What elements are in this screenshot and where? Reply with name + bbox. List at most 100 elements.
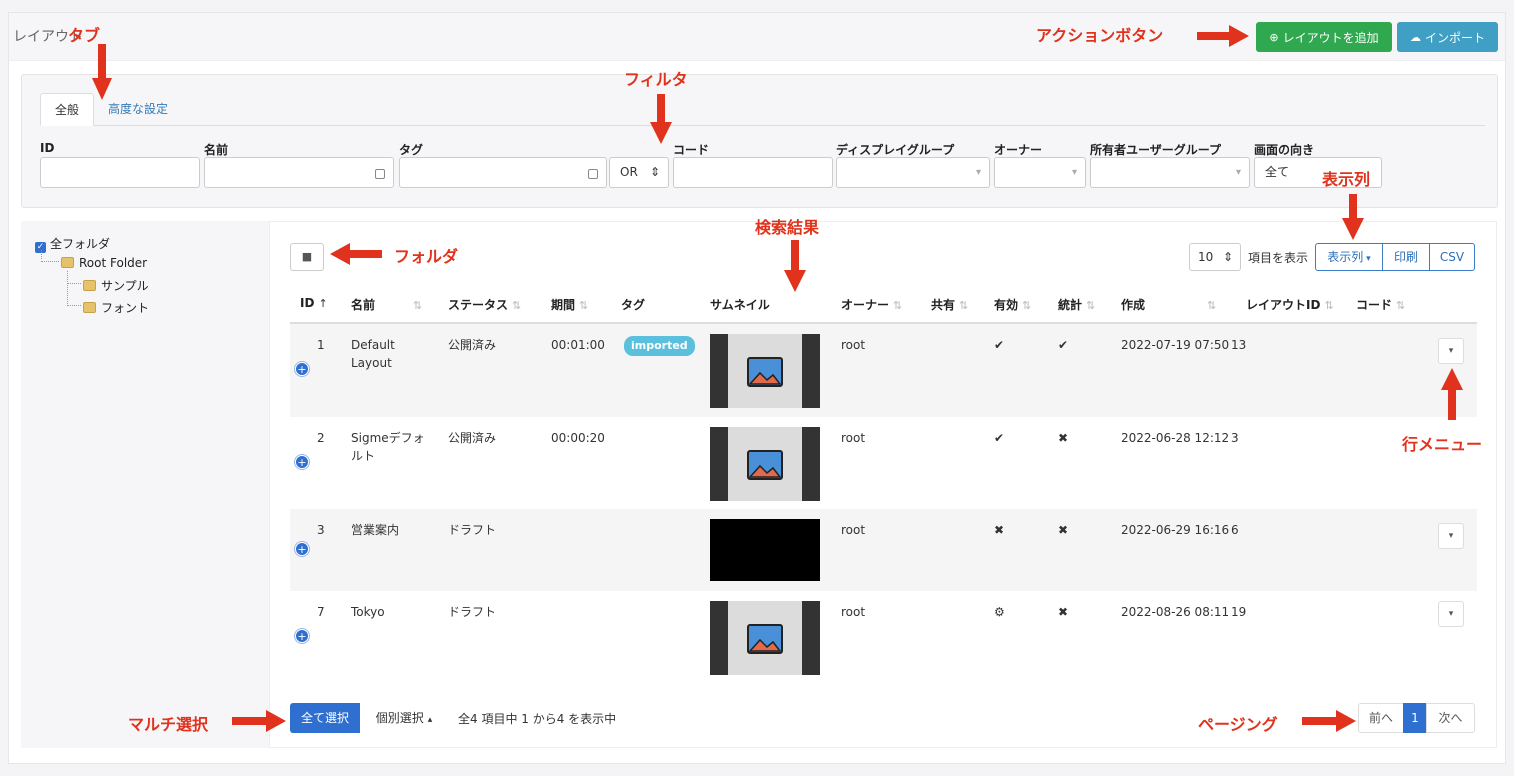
print-button[interactable]: 印刷 xyxy=(1382,243,1430,271)
layout-thumbnail[interactable] xyxy=(710,519,820,581)
annotation-search-results: 検索結果 xyxy=(755,218,820,237)
column-header-enabled[interactable]: 有効 ⇅ xyxy=(994,296,1031,313)
name-input[interactable] xyxy=(204,157,394,188)
id-input[interactable] xyxy=(40,157,200,188)
plus-circle-icon: ⊕ xyxy=(1269,30,1279,44)
table-row[interactable]: + 7 Tokyo ドラフト root ⚙ ✖ 2022-08-26 08:11… xyxy=(290,591,1477,683)
column-header-status[interactable]: ステータス ⇅ xyxy=(448,296,521,313)
tree-item-font[interactable]: フォント xyxy=(83,299,149,316)
annotation-arrow-down-icon xyxy=(784,240,806,292)
column-header-name[interactable]: 名前 ⇅ xyxy=(351,296,422,313)
column-header-code[interactable]: コード ⇅ xyxy=(1356,296,1405,313)
display-group-label: ディスプレイグループ xyxy=(836,143,955,157)
tree-item-sample[interactable]: サンプル xyxy=(83,277,149,294)
expand-icon[interactable]: + xyxy=(295,629,309,643)
column-header-shared[interactable]: 共有 ⇅ xyxy=(931,296,968,313)
expand-icon[interactable]: + xyxy=(295,455,309,469)
owner-select[interactable] xyxy=(994,157,1086,188)
prev-page-button[interactable]: 前へ xyxy=(1358,703,1404,733)
cell-id: 1 xyxy=(317,338,325,352)
updown-icon: ⇕ xyxy=(1222,250,1233,264)
table-row[interactable]: + 2 Sigmeデフォルト 公開済み 00:00:20 root ✔ ✖ 20… xyxy=(290,417,1477,509)
code-label: コード xyxy=(673,143,710,157)
row-menu-button[interactable]: ▾ xyxy=(1438,523,1464,549)
tag-exact-checkbox[interactable] xyxy=(588,169,598,179)
add-layout-label: レイアウトを追加 xyxy=(1282,30,1379,45)
tag-operator-select[interactable]: OR ⇕ xyxy=(609,157,669,188)
layout-thumbnail[interactable] xyxy=(710,334,820,408)
csv-button[interactable]: CSV xyxy=(1429,243,1475,271)
table-row[interactable]: + 3 営業案内 ドラフト root ✖ ✖ 2022-06-29 16:16 … xyxy=(290,509,1477,591)
cell-layout-id: 6 xyxy=(1231,523,1239,537)
column-header-duration[interactable]: 期間 ⇅ xyxy=(551,296,588,313)
column-header-stats[interactable]: 統計 ⇅ xyxy=(1058,296,1095,313)
results-panel: ■ 10 ⇕ 項目を表示 表示列 ▾ 印刷 CSV ID ↑ 名前 ⇅ ステータス ⇅ … xyxy=(269,221,1497,748)
filter-panel: 全般 高度な設定 ID 名前 タグ コード ディスプレイグループ オーナー 所有… xyxy=(21,74,1498,208)
tree-connector xyxy=(41,261,59,262)
code-input[interactable] xyxy=(673,157,833,188)
tree-item-root-folder[interactable]: Root Folder xyxy=(61,256,147,270)
annotation-arrow-right-icon xyxy=(1302,710,1356,732)
add-layout-button[interactable]: ⊕ レイアウトを追加 xyxy=(1256,22,1392,52)
sort-icon: ⇅ xyxy=(893,299,903,312)
select-all-button[interactable]: 全て選択 xyxy=(290,703,360,733)
select-individual-button[interactable]: 個別選択 ▴ xyxy=(360,703,448,733)
page-1-button[interactable]: 1 xyxy=(1403,703,1427,733)
column-header-label: サムネイル xyxy=(710,298,770,312)
name-label: 名前 xyxy=(204,143,229,157)
tag-badge[interactable]: imported xyxy=(624,336,695,356)
tree-item-label: Root Folder xyxy=(79,256,148,270)
name-exact-checkbox[interactable] xyxy=(375,169,385,179)
cell-id: 2 xyxy=(317,431,325,445)
table-row[interactable]: + 1 Default Layout 公開済み 00:01:00 importe… xyxy=(290,324,1477,417)
cell-layout-id: 13 xyxy=(1231,338,1247,352)
id-label: ID xyxy=(40,141,55,155)
cell-owner: root xyxy=(841,605,866,619)
display-group-select[interactable] xyxy=(836,157,990,188)
caret-down-icon: ▾ xyxy=(1448,346,1454,356)
column-header-id[interactable]: ID ↑ xyxy=(300,296,328,310)
cell-name: Sigmeデフォルト xyxy=(351,431,425,463)
tree-connector xyxy=(41,250,42,259)
tab-general[interactable]: 全般 xyxy=(40,93,95,126)
cell-name: 営業案内 xyxy=(351,523,400,537)
owner-user-group-select[interactable] xyxy=(1090,157,1250,188)
layout-thumbnail[interactable] xyxy=(710,601,820,675)
next-page-button[interactable]: 次へ xyxy=(1426,703,1475,733)
annotation-filter: フィルタ xyxy=(624,70,688,89)
layout-thumbnail[interactable] xyxy=(710,427,820,501)
sort-asc-icon: ↑ xyxy=(318,297,328,310)
expand-icon[interactable]: + xyxy=(295,362,309,376)
column-header-layout-id[interactable]: レイアウトID ⇅ xyxy=(1246,296,1334,313)
column-header-tag[interactable]: タグ xyxy=(621,296,645,313)
cell-status: ドラフト xyxy=(448,523,497,537)
cell-created: 2022-06-28 12:12 xyxy=(1121,431,1230,445)
columns-button[interactable]: 表示列 ▾ xyxy=(1315,243,1383,271)
tree-item-all[interactable]: ✓ 全フォルダ xyxy=(35,235,110,253)
row-menu-button[interactable]: ▾ xyxy=(1438,338,1464,364)
cell-created: 2022-07-19 07:50 xyxy=(1121,338,1230,352)
thumbnail-frame xyxy=(710,427,728,501)
caret-down-icon: ▾ xyxy=(1448,609,1454,619)
expand-icon[interactable]: + xyxy=(295,542,309,556)
folder-toggle-button[interactable]: ■ xyxy=(290,243,324,271)
column-header-thumbnail[interactable]: サムネイル xyxy=(710,296,770,313)
cell-status: ドラフト xyxy=(448,605,497,619)
enabled-check-icon: ✔ xyxy=(994,338,1005,352)
tag-input[interactable] xyxy=(399,157,607,188)
annotation-arrow-right-icon xyxy=(232,710,286,732)
stats-check-icon: ✔ xyxy=(1058,338,1069,352)
folder-icon: ■ xyxy=(301,250,313,263)
cell-name: Tokyo xyxy=(351,605,385,619)
enabled-gears-icon: ⚙ xyxy=(994,605,1005,619)
page-length-select[interactable]: 10 ⇕ xyxy=(1189,243,1241,271)
import-button[interactable]: ☁ インポート xyxy=(1397,22,1498,52)
pagination-info: 全4 項目中 1 から4 を表示中 xyxy=(458,712,617,726)
tree-item-label: サンプル xyxy=(101,279,149,293)
column-header-created[interactable]: 作成 ⇅ xyxy=(1121,296,1216,313)
image-placeholder-icon xyxy=(747,624,783,654)
column-header-label: コード xyxy=(1356,298,1393,312)
cell-owner: root xyxy=(841,431,866,445)
column-header-owner[interactable]: オーナー ⇅ xyxy=(841,296,902,313)
row-menu-button[interactable]: ▾ xyxy=(1438,601,1464,627)
